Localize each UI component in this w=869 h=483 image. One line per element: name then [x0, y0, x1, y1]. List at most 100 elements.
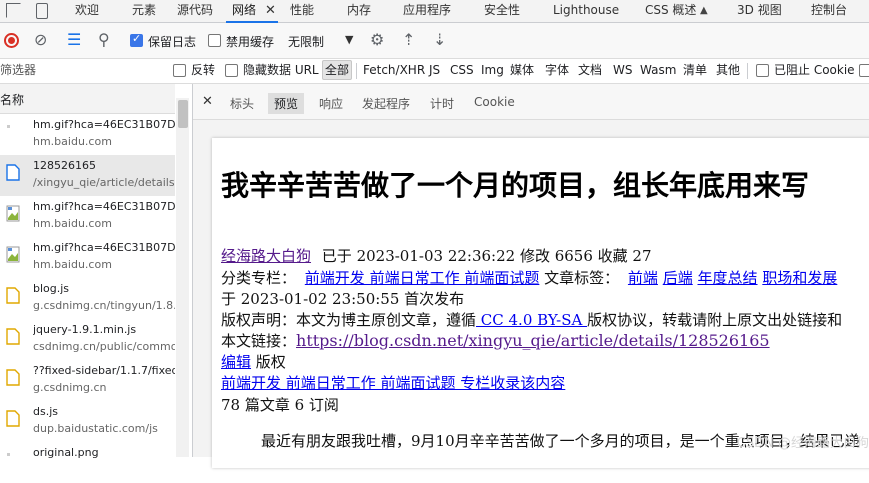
request-name: blog.js — [33, 282, 70, 295]
filter-type-font[interactable]: 字体 — [545, 59, 569, 81]
filter-type-media[interactable]: 媒体 — [510, 59, 534, 81]
request-domain: g.csdnimg.cn/tingyun/1.8.5 — [33, 299, 175, 312]
request-domain: csdnimg.cn/public/commo — [33, 340, 175, 353]
request-domain: /xingyu_qie/article/details — [33, 176, 175, 189]
clear-icon[interactable]: ⊘ — [34, 31, 47, 49]
filter-type-other[interactable]: 其他 — [716, 59, 740, 81]
network-conditions-icon[interactable]: ⚙ — [370, 31, 384, 49]
tab-application[interactable]: 应用程序 — [403, 0, 451, 22]
script-icon — [6, 410, 20, 427]
category-row: 分类专栏： 前端开发 前端日常工作 前端面试题 文章标签： 前端 后端 年度总结… — [221, 267, 837, 288]
filter-icon[interactable]: ☰ — [67, 31, 81, 49]
filter-type-doc[interactable]: 文档 — [578, 59, 602, 81]
request-domain: dup.baidustatic.com/js — [33, 422, 158, 435]
article-title: 我辛辛苦苦做了一个月的项目，组长年底用来写 — [221, 169, 810, 202]
name-column-header[interactable]: 名称 — [0, 84, 175, 114]
image-icon — [6, 123, 20, 140]
tab-response[interactable]: 响应 — [319, 95, 343, 112]
collection-stats: 78 篇文章 6 订阅 — [221, 396, 339, 414]
tab-sources[interactable]: 源代码 — [177, 0, 213, 22]
category-links[interactable]: 前端开发 前端日常工作 前端面试题 — [305, 269, 540, 287]
table-row[interactable]: hm.gif?hca=46EC31B07DB hm.baidu.com — [0, 114, 175, 155]
edit-link[interactable]: 编辑 — [221, 353, 251, 371]
request-name: hm.gif?hca=46EC31B07DB — [33, 118, 175, 131]
request-name: original.png — [33, 446, 99, 459]
blocked-requests-checkbox[interactable] — [859, 64, 869, 77]
tab-initiator[interactable]: 发起程序 — [362, 95, 410, 112]
filter-type-css[interactable]: CSS — [450, 59, 474, 81]
tag-link[interactable]: 年度总结 — [698, 269, 758, 287]
filter-type-img[interactable]: Img — [481, 59, 504, 81]
filter-input[interactable]: 筛选器 — [0, 59, 160, 81]
search-icon[interactable]: ⚲ — [98, 31, 110, 49]
filter-type-ws[interactable]: WS — [613, 59, 632, 81]
table-row[interactable]: hm.gif?hca=46EC31B07DB hm.baidu.com — [0, 237, 175, 278]
document-icon — [6, 164, 20, 181]
tag-link[interactable]: 前端 — [628, 269, 658, 287]
copyright-text-end: 版权协议，转载请附上原文出处链接和 — [587, 311, 843, 329]
filter-type-manifest[interactable]: 清单 — [683, 59, 707, 81]
record-dot — [8, 37, 15, 44]
request-name: ??fixed-sidebar/1.1.7/fixed- — [33, 364, 175, 377]
name-header-label: 名称 — [0, 93, 25, 107]
filter-type-js[interactable]: JS — [429, 59, 440, 81]
device-toolbar-icon[interactable] — [36, 3, 48, 19]
divider — [747, 63, 748, 79]
tab-console[interactable]: 控制台 — [811, 0, 847, 22]
scrollbar-thumb[interactable] — [178, 100, 188, 128]
tag-link[interactable]: 后端 — [663, 269, 693, 287]
tab-performance[interactable]: 性能 — [290, 0, 314, 22]
table-row[interactable]: ds.js dup.baidustatic.com/js — [0, 401, 175, 442]
filter-type-all[interactable]: 全部 — [322, 60, 353, 80]
request-name: 128526165 — [33, 159, 96, 172]
tab-network[interactable]: 网络 — [225, 0, 279, 23]
scrollbar[interactable] — [176, 98, 189, 457]
import-har-icon[interactable]: ⇡ — [402, 31, 415, 49]
disable-cache-label: 禁用缓存 — [226, 35, 275, 49]
author-link[interactable]: 经海路大白狗 — [221, 247, 311, 265]
export-har-icon[interactable]: ⇣ — [433, 31, 446, 49]
published-date: 于 2023-01-02 23:50:55 首次发布 — [221, 290, 465, 308]
tab-welcome[interactable]: 欢迎 — [75, 0, 99, 22]
table-row[interactable]: ??fixed-sidebar/1.1.7/fixed-g.csdnimg.cn — [0, 360, 175, 401]
tab-elements[interactable]: 元素 — [132, 0, 156, 22]
request-domain: hm.baidu.com — [33, 135, 112, 148]
close-tab-icon[interactable]: ✕ — [265, 1, 276, 21]
preserve-log-checkbox[interactable] — [130, 32, 143, 47]
tab-cookies[interactable]: Cookie — [474, 95, 515, 109]
tab-timing[interactable]: 计时 — [430, 95, 454, 112]
blocked-cookies-label: 已阻止 Cookie — [774, 63, 855, 77]
disable-cache-checkbox[interactable] — [208, 34, 221, 47]
detail-tabs: ✕ 标头 预览 响应 发起程序 计时 Cookie — [193, 84, 869, 120]
table-row[interactable]: original.png — [0, 442, 175, 483]
filter-type-fetch-xhr[interactable]: Fetch/XHR — [363, 59, 425, 81]
tab-lighthouse[interactable]: Lighthouse — [553, 0, 619, 22]
tab-memory[interactable]: 内存 — [347, 0, 371, 22]
license-link[interactable]: CC 4.0 BY-SA — [476, 311, 587, 329]
article-url-link[interactable]: https://blog.csdn.net/xingyu_qie/article… — [296, 331, 770, 350]
tab-security[interactable]: 安全性 — [484, 0, 520, 22]
hide-data-url-checkbox[interactable] — [225, 64, 238, 77]
request-domain: g.csdnimg.cn — [33, 381, 107, 394]
chevron-down-icon[interactable]: ▼ — [345, 33, 353, 46]
table-row[interactable]: blog.js g.csdnimg.cn/tingyun/1.8.5 — [0, 278, 175, 319]
tab-css-overview[interactable]: CSS 概述 — [645, 0, 696, 22]
throttling-select[interactable]: 无限制 — [288, 33, 324, 50]
request-domain: hm.baidu.com — [33, 217, 112, 230]
tab-headers[interactable]: 标头 — [230, 95, 254, 112]
close-icon[interactable]: ✕ — [202, 94, 213, 109]
collection-link[interactable]: 前端开发 前端日常工作 前端面试题 专栏收录该内容 — [221, 374, 565, 392]
filter-bar: 筛选器 反转 隐藏数据 URL 全部 Fetch/XHR JS CSS Img … — [0, 59, 869, 84]
table-row[interactable]: 128526165/xingyu_qie/article/details — [0, 155, 175, 196]
tag-link[interactable]: 职场和发展 — [762, 269, 837, 287]
table-row[interactable]: jquery-1.9.1.min.js csdnimg.cn/public/com… — [0, 319, 175, 360]
tab-3d-view[interactable]: 3D 视图 — [737, 0, 782, 22]
tab-preview[interactable]: 预览 — [268, 93, 305, 114]
table-row[interactable]: hm.gif?hca=46EC31B07DB hm.baidu.com — [0, 196, 175, 237]
inspect-element-icon[interactable] — [6, 3, 21, 18]
filter-type-wasm[interactable]: Wasm — [640, 59, 676, 81]
invert-checkbox[interactable] — [173, 64, 186, 77]
blocked-cookies-checkbox[interactable] — [756, 64, 769, 77]
broken-image-icon — [6, 205, 20, 222]
collection-row: 前端开发 前端日常工作 前端面试题 专栏收录该内容 — [221, 372, 565, 393]
